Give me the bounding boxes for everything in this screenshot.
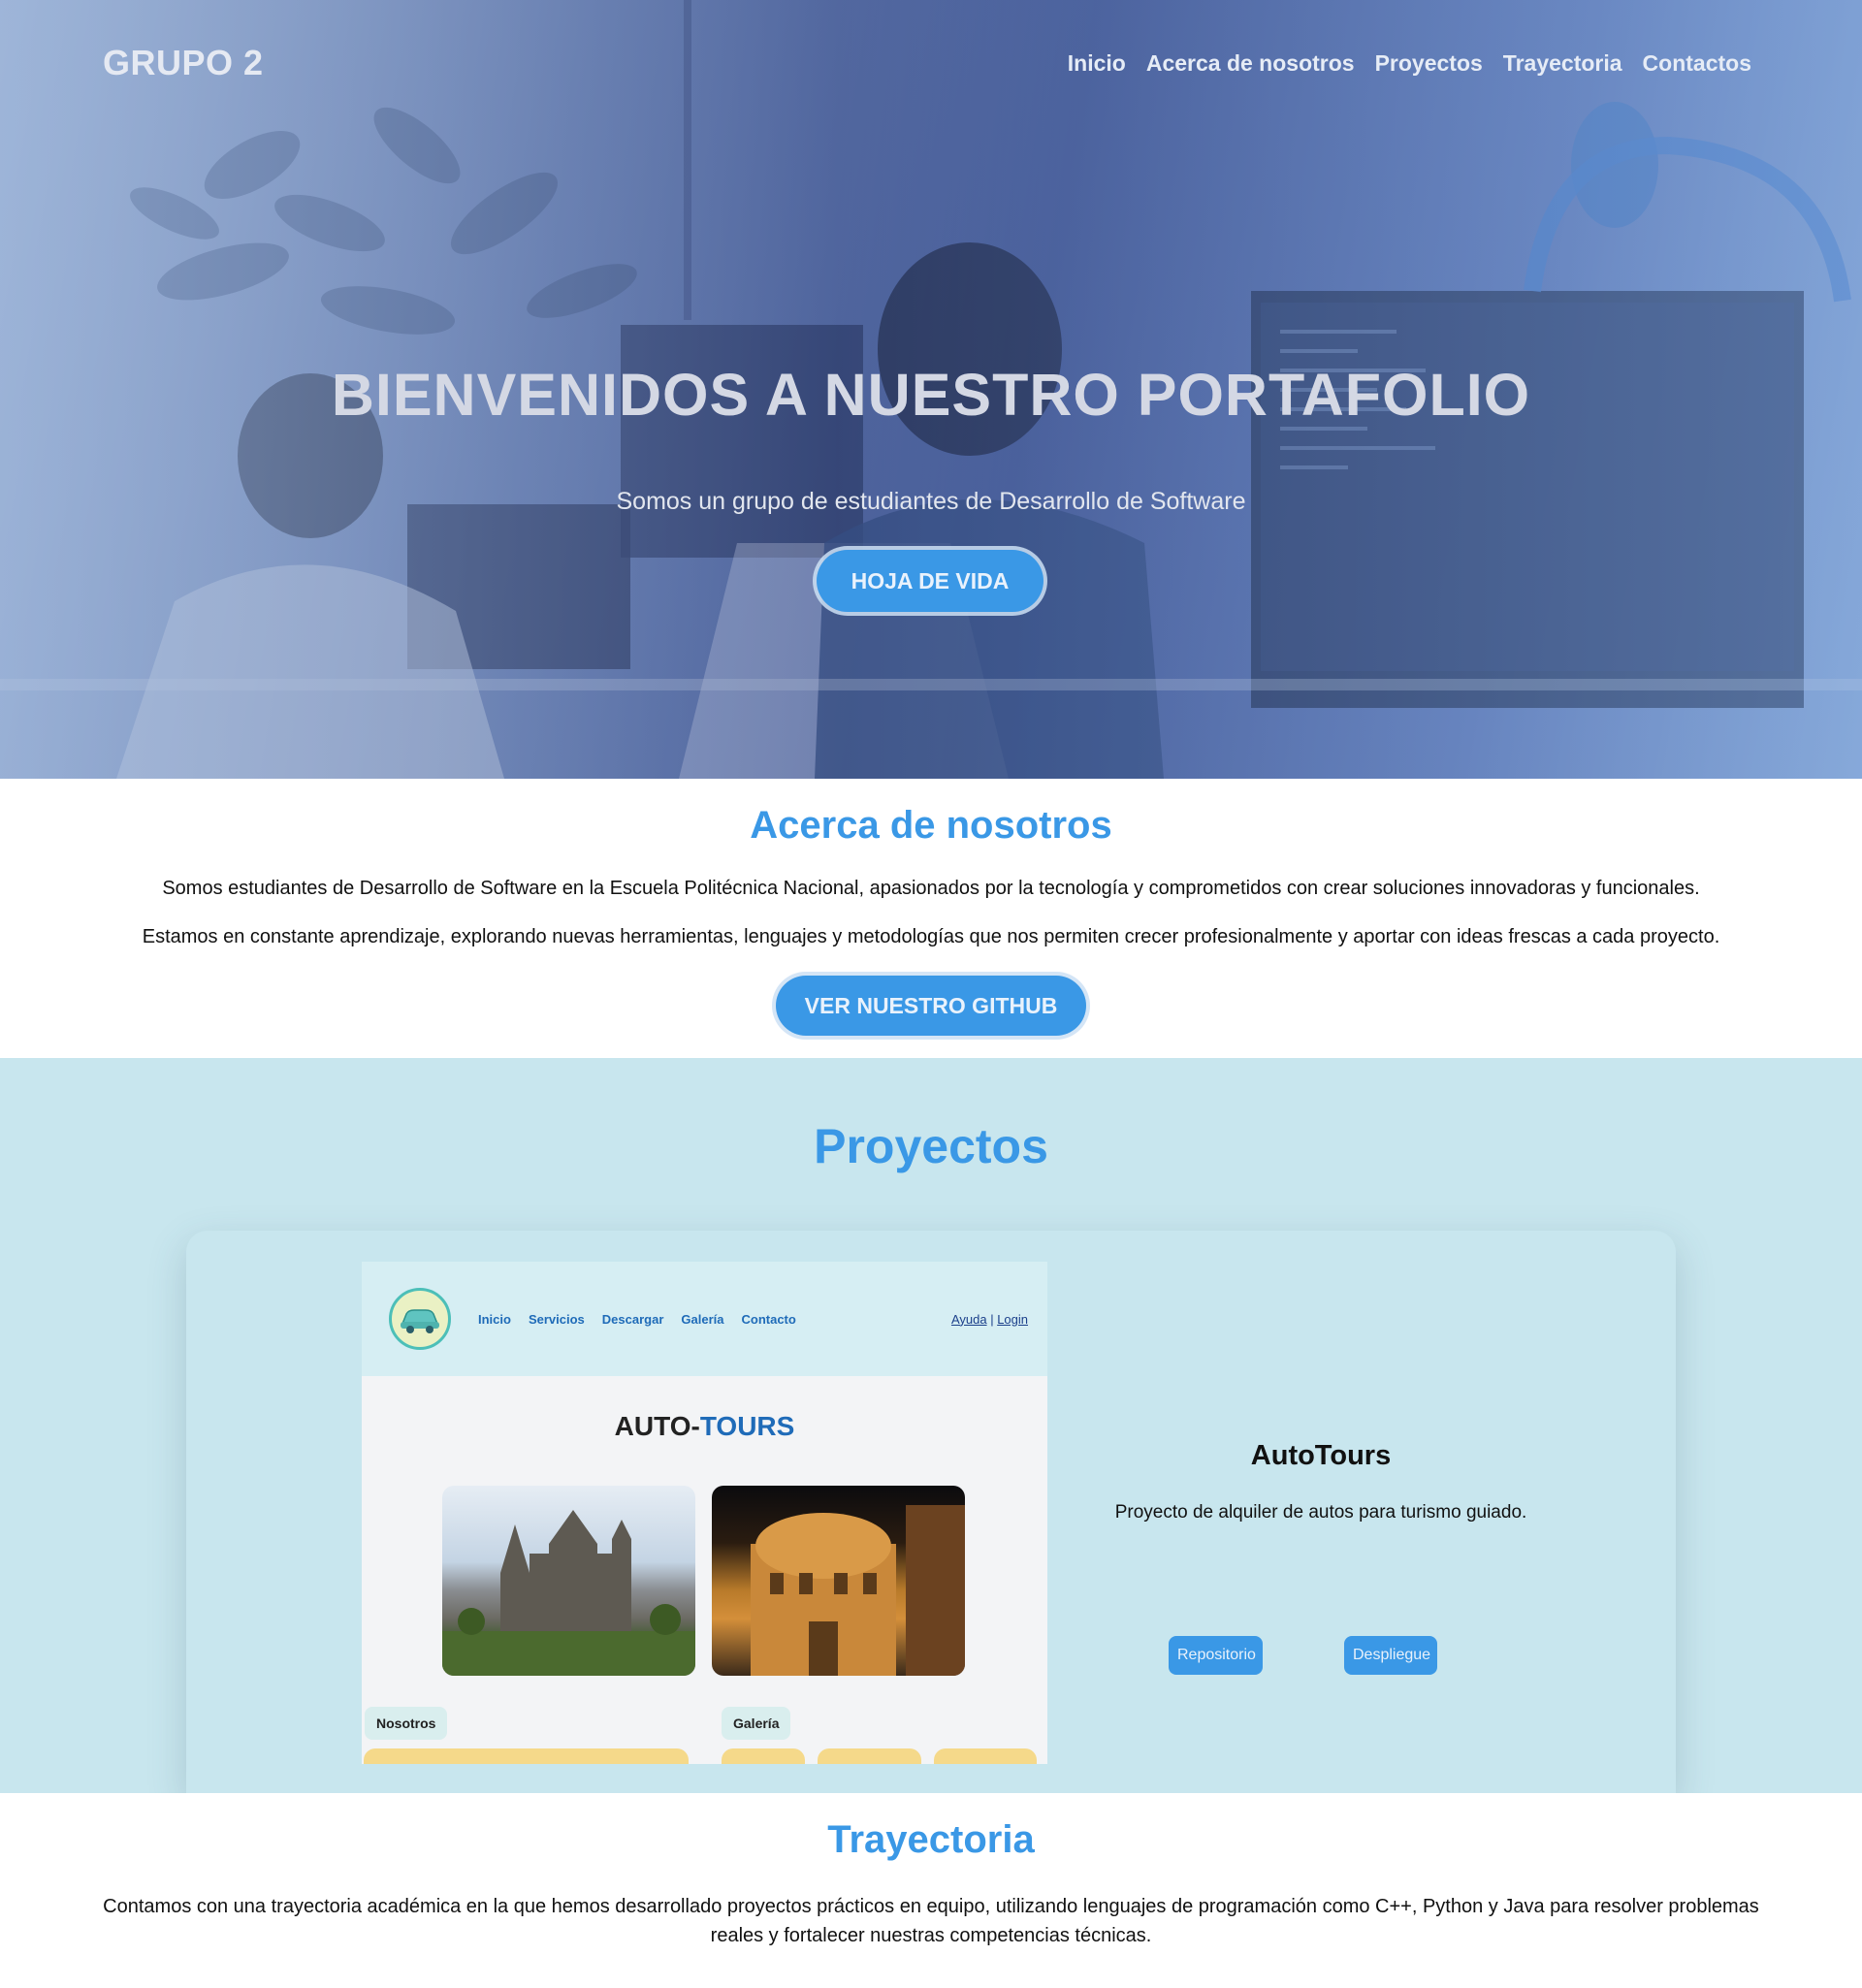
project-name: AutoTours (1250, 1440, 1392, 1471)
repository-button[interactable]: Repositorio (1169, 1636, 1263, 1675)
screenshot-title-accent: TOURS (699, 1411, 795, 1441)
about-paragraph-2: Estamos en constante aprendizaje, explor… (142, 926, 1720, 947)
screenshot-title: AUTO-TOURS (362, 1411, 1047, 1442)
nav-links: Inicio Acerca de nosotros Proyectos Tray… (1068, 50, 1759, 77)
screenshot-menu-item: Contacto (741, 1311, 796, 1327)
screenshot-yellow-bar (818, 1748, 921, 1764)
screenshot-header: Inicio Servicios Descargar Galería Conta… (362, 1262, 1047, 1376)
screenshot-photos (442, 1486, 965, 1676)
trajectory-title: Trayectoria (827, 1818, 1035, 1861)
car-logo-icon (389, 1288, 451, 1350)
about-paragraph-1: Somos estudiantes de Desarrollo de Softw… (162, 878, 1700, 899)
about-section: Acerca de nosotros Somos estudiantes de … (0, 779, 1862, 1058)
screenshot-yellow-bar (364, 1748, 689, 1764)
nav-link-acerca[interactable]: Acerca de nosotros (1146, 50, 1355, 77)
screenshot-chip-nosotros: Nosotros (365, 1707, 448, 1740)
screenshot-auth-separator: | (986, 1311, 998, 1327)
project-screenshot: Inicio Servicios Descargar Galería Conta… (362, 1262, 1047, 1764)
hero-title: BIENVENIDOS A NUESTRO PORTAFOLIO (331, 362, 1531, 428)
cv-button[interactable]: HOJA DE VIDA (817, 550, 1043, 612)
hero-subtitle: Somos un grupo de estudiantes de Desarro… (616, 488, 1246, 515)
top-navigation: GRUPO 2 Inicio Acerca de nosotros Proyec… (0, 0, 1862, 126)
screenshot-yellow-bar (934, 1748, 1037, 1764)
project-description: Proyecto de alquiler de autos para turis… (1114, 1502, 1527, 1523)
screenshot-chip-galeria: Galería (722, 1707, 791, 1740)
cathedral-photo (442, 1486, 695, 1676)
hero-section: GRUPO 2 Inicio Acerca de nosotros Proyec… (0, 0, 1862, 779)
screenshot-help-link: Ayuda (950, 1311, 987, 1327)
screenshot-menu-item: Inicio (478, 1311, 511, 1327)
screenshot-menu: Inicio Servicios Descargar Galería Conta… (478, 1312, 796, 1327)
about-title: Acerca de nosotros (750, 804, 1112, 847)
deploy-button[interactable]: Despliegue (1344, 1636, 1437, 1675)
nav-link-contactos[interactable]: Contactos (1643, 50, 1751, 77)
screenshot-yellow-bar (722, 1748, 805, 1764)
screenshot-login-link: Login (997, 1311, 1028, 1327)
brand-logo[interactable]: GRUPO 2 (103, 43, 264, 83)
github-button[interactable]: VER NUESTRO GITHUB (776, 976, 1086, 1036)
trajectory-section: Trayectoria Contamos con una trayectoria… (0, 1793, 1862, 1988)
screenshot-menu-item: Servicios (528, 1311, 585, 1327)
nav-link-trayectoria[interactable]: Trayectoria (1503, 50, 1622, 77)
screenshot-title-main: AUTO- (614, 1411, 700, 1441)
projects-title: Proyectos (814, 1119, 1048, 1173)
nav-link-proyectos[interactable]: Proyectos (1375, 50, 1483, 77)
project-info: AutoTours Proyecto de alquiler de autos … (1069, 1231, 1573, 1793)
trajectory-paragraph: Contamos con una trayectoria académica e… (103, 1896, 1759, 1946)
screenshot-menu-item: Galería (681, 1311, 724, 1327)
building-night-photo (712, 1486, 965, 1676)
nav-link-inicio[interactable]: Inicio (1068, 50, 1126, 77)
screenshot-auth-links: Ayuda | Login (951, 1312, 1028, 1327)
project-card: Inicio Servicios Descargar Galería Conta… (186, 1231, 1676, 1793)
screenshot-menu-item: Descargar (601, 1311, 664, 1327)
projects-section: Proyectos Inicio Servicios Descargar Gal… (0, 1058, 1862, 1793)
